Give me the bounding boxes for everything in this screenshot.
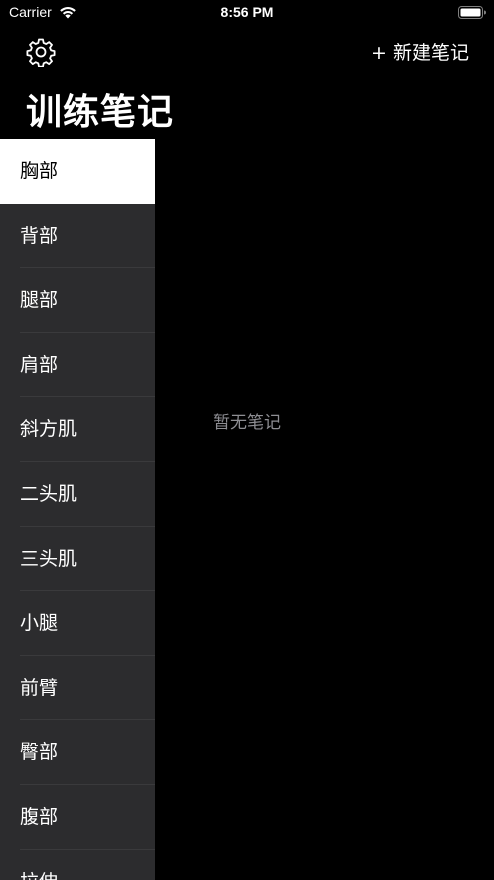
sidebar-item[interactable]: 肩部 — [0, 333, 155, 398]
sidebar-item[interactable]: 斜方肌 — [0, 397, 155, 462]
sidebar-item[interactable]: 小腿 — [0, 591, 155, 656]
battery-icon — [458, 6, 486, 19]
page-title: 训练笔记 — [26, 92, 175, 133]
sidebar-item[interactable]: 臀部 — [0, 720, 155, 785]
gear-icon[interactable] — [26, 37, 56, 67]
sidebar-item[interactable]: 背部 — [0, 204, 155, 269]
sidebar-item[interactable]: 腿部 — [0, 268, 155, 333]
status-bar: Carrier 8:56 PM — [0, 0, 494, 26]
sidebar-item[interactable]: 三头肌 — [0, 527, 155, 592]
app-screen: Carrier 8:56 PM + 新建笔记 训练笔记 胸部 背部 腿部 肩部 斜方肌二… — [0, 0, 494, 880]
empty-state-text: 暂无笔记 — [213, 413, 281, 433]
sidebar-item[interactable]: 前臂 — [0, 656, 155, 721]
sidebar-item[interactable]: 腹部 — [0, 785, 155, 850]
status-time: 8:56 PM — [220, 4, 274, 20]
sidebar-item[interactable]: 二头肌 — [0, 462, 155, 527]
sidebar-item[interactable]: 拉伸 — [0, 850, 155, 880]
new-note-button[interactable]: + 新建笔记 — [371, 38, 469, 65]
category-sidebar: 胸部背部腿部肩部斜方肌二头肌三头肌小腿前臂臀部腹部拉伸 — [0, 139, 155, 880]
sidebar-item[interactable]: 胸部 — [0, 139, 155, 204]
